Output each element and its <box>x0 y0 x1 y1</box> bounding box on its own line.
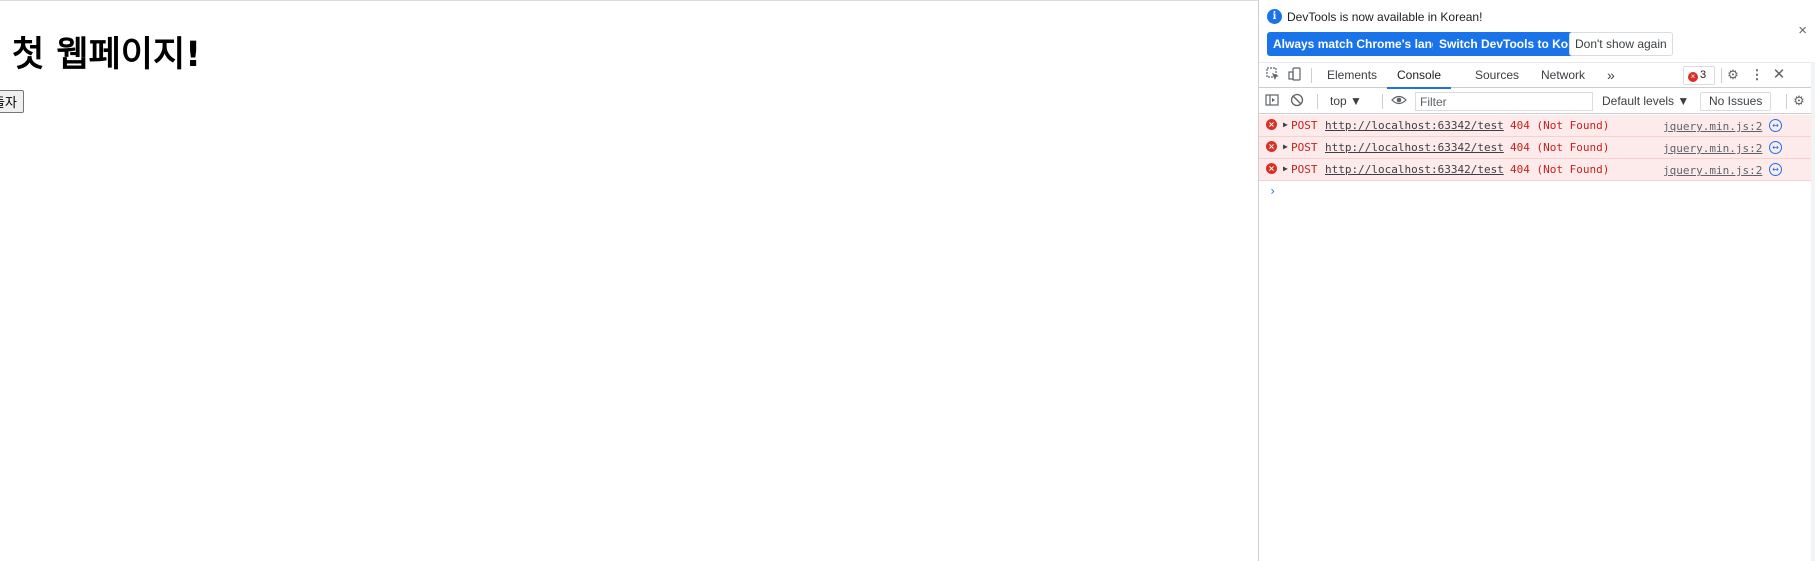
infobar-message: DevTools is now available in Korean! <box>1287 10 1483 24</box>
response-status: 404 (Not Found) <box>1510 119 1610 132</box>
error-icon: × <box>1266 119 1277 130</box>
source-link[interactable]: jquery.min.js:2 <box>1663 142 1762 155</box>
request-method: POST <box>1291 163 1318 176</box>
request-url-link[interactable]: http://localhost:63342/test <box>1325 163 1504 176</box>
settings-gear-icon[interactable]: ⚙ <box>1725 67 1741 83</box>
toolbar-divider <box>1786 94 1787 109</box>
log-levels-dropdown[interactable]: Default levels ▼ <box>1602 94 1689 108</box>
toolbar-divider <box>1311 68 1312 83</box>
request-url-link[interactable]: http://localhost:63342/test <box>1325 119 1504 132</box>
source-link[interactable]: jquery.min.js:2 <box>1663 120 1762 133</box>
expand-triangle-icon[interactable]: ▶ <box>1283 142 1288 151</box>
inspect-element-icon[interactable] <box>1265 67 1281 83</box>
console-error-row[interactable]: × ▶ POST http://localhost:63342/test 404… <box>1259 137 1815 159</box>
toolbar-divider <box>1721 68 1722 83</box>
request-method: POST <box>1291 119 1318 132</box>
language-infobar: i DevTools is now available in Korean! ×… <box>1259 0 1815 62</box>
issues-button[interactable]: No Issues <box>1700 92 1772 111</box>
network-request-icon[interactable]: ↔ <box>1769 141 1782 154</box>
live-expression-eye-icon[interactable] <box>1391 93 1407 109</box>
response-status: 404 (Not Found) <box>1510 141 1610 154</box>
network-request-icon[interactable]: ↔ <box>1769 119 1782 132</box>
sidebar-toggle-icon[interactable] <box>1264 93 1280 109</box>
error-count-badge[interactable]: × 3 <box>1683 66 1715 85</box>
tab-network[interactable]: Network <box>1541 63 1585 88</box>
info-icon: i <box>1267 9 1282 24</box>
console-toolbar: top ▼ Default levels ▼ No Issues ⚙ <box>1259 89 1815 114</box>
dont-show-again-button[interactable]: Don't show again <box>1569 32 1673 56</box>
tab-console[interactable]: Console <box>1386 63 1452 89</box>
tab-sources[interactable]: Sources <box>1475 63 1519 88</box>
console-error-row[interactable]: × ▶ POST http://localhost:63342/test 404… <box>1259 115 1815 137</box>
error-icon: × <box>1688 72 1698 82</box>
toolbar-divider <box>1317 94 1318 109</box>
clear-console-icon[interactable] <box>1289 93 1305 109</box>
context-selector[interactable]: top ▼ <box>1330 94 1362 108</box>
close-devtools-icon[interactable]: ✕ <box>1771 67 1787 83</box>
console-error-row[interactable]: × ▶ POST http://localhost:63342/test 404… <box>1259 159 1815 181</box>
more-tabs-icon[interactable]: » <box>1607 63 1615 88</box>
error-icon: × <box>1266 163 1277 174</box>
tab-elements[interactable]: Elements <box>1327 63 1377 88</box>
request-method: POST <box>1291 141 1318 154</box>
network-request-icon[interactable]: ↔ <box>1769 163 1782 176</box>
console-messages: × ▶ POST http://localhost:63342/test 404… <box>1259 115 1815 198</box>
devtools-panel: i DevTools is now available in Korean! ×… <box>1258 0 1815 561</box>
request-url-link[interactable]: http://localhost:63342/test <box>1325 141 1504 154</box>
page-button[interactable]: 들자 <box>0 90 24 113</box>
scrollbar[interactable] <box>1811 62 1815 561</box>
response-status: 404 (Not Found) <box>1510 163 1610 176</box>
expand-triangle-icon[interactable]: ▶ <box>1283 120 1288 129</box>
close-icon[interactable]: × <box>1798 22 1807 39</box>
expand-triangle-icon[interactable]: ▶ <box>1283 164 1288 173</box>
page-heading: 첫 웹페이지! <box>12 35 202 75</box>
source-link[interactable]: jquery.min.js:2 <box>1663 164 1762 177</box>
filter-input[interactable] <box>1415 92 1593 111</box>
error-count: 3 <box>1700 69 1707 81</box>
error-icon: × <box>1266 141 1277 152</box>
console-prompt[interactable]: › <box>1269 184 1276 198</box>
more-options-icon[interactable]: ⋮ <box>1749 67 1765 83</box>
console-settings-gear-icon[interactable]: ⚙ <box>1791 93 1807 109</box>
toolbar-divider <box>1382 94 1383 109</box>
device-toolbar-icon[interactable] <box>1287 67 1303 83</box>
web-page-viewport: 첫 웹페이지! 들자 <box>0 0 1258 561</box>
devtools-tabbar: Elements Console Sources Network » × 3 ⚙ … <box>1259 62 1815 89</box>
